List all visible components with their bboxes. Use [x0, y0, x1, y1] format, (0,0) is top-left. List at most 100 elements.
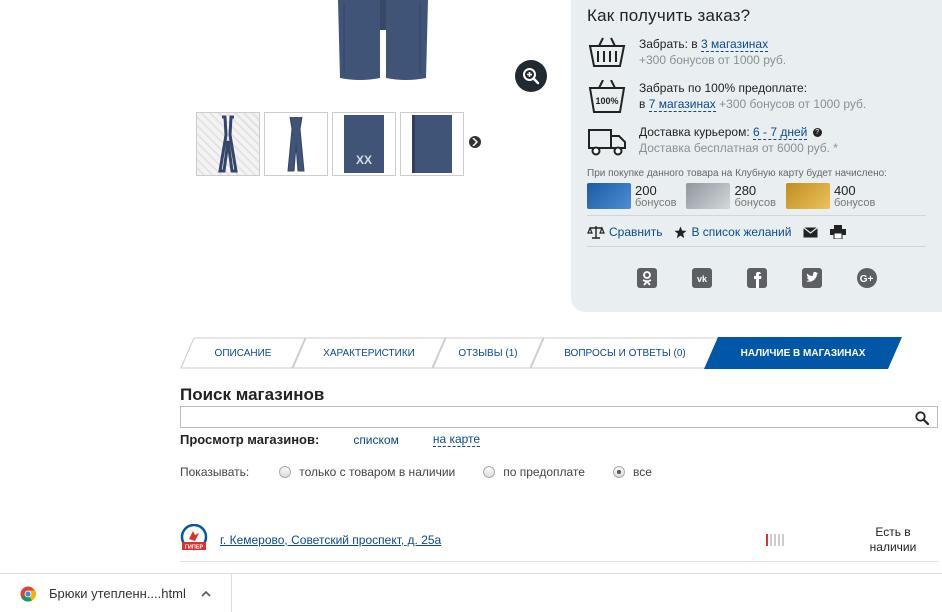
product-tabs: ОПИСАНИЕ ХАРАКТЕРИСТИКИ ОТЗЫВЫ (1) ВОПРО… [180, 337, 902, 369]
prepaid-label: Забрать по 100% предоплате: [639, 81, 808, 95]
logo-text: ГИПЕР [185, 545, 204, 551]
radio-button[interactable] [279, 466, 292, 478]
download-file-name: Брюки утепленн....html [49, 586, 186, 601]
club-card-gold-icon [785, 183, 830, 209]
tab-store-availability[interactable]: НАЛИЧИЕ В МАГАЗИНАХ [704, 337, 902, 369]
thumbnail-1[interactable] [196, 112, 260, 176]
tab-label: ОПИСАНИЕ [214, 347, 272, 359]
product-photo [330, 0, 434, 82]
social-share: vk G+ [587, 267, 926, 289]
tab-characteristics[interactable]: ХАРАКТЕРИСТИКИ [292, 337, 446, 369]
odnoklassniki-button[interactable] [636, 267, 658, 289]
filter-all-radio[interactable]: все [612, 465, 652, 479]
thumbnail-4[interactable] [400, 112, 464, 176]
store-address-link[interactable]: г. Кемерово, Советский проспект, д. 25а [220, 533, 441, 547]
prepaid-option: 100% Забрать по 100% предоплате: в 7 маг… [587, 80, 926, 114]
download-bar: Брюки утепленн....html [0, 573, 942, 612]
product-actions: Сравнить В список желаний [587, 222, 926, 242]
twitter-button[interactable] [801, 267, 823, 289]
bonus-card-silver: 280 бонусов [686, 182, 776, 209]
hyper-store-logo: ГИПЕР [180, 524, 208, 551]
radio-label: по предоплате [503, 465, 585, 479]
bonus-note: При покупке данного товара на Клубную ка… [587, 168, 887, 179]
chrome-icon [20, 586, 36, 602]
star-icon [674, 225, 688, 238]
availability-filter: Показывать: только с товаром в наличии п… [180, 465, 680, 479]
tab-label: ВОПРОСЫ И ОТВЕТЫ (0) [564, 347, 686, 359]
delivery-panel: Как получить заказ? Забрать: в 3 магазин… [571, 0, 942, 312]
thumbnails-next-button[interactable] [469, 136, 481, 148]
tab-description[interactable]: ОПИСАНИЕ [180, 337, 306, 369]
stock-bar [766, 534, 768, 546]
courier-days-link[interactable]: 6 - 7 дней [753, 125, 808, 140]
view-map-link[interactable]: на карте [432, 432, 481, 447]
radio-button[interactable] [483, 466, 496, 478]
svg-text:vk: vk [696, 274, 707, 284]
radio-label: все [632, 465, 652, 479]
thumbnail-3[interactable]: ХХ [332, 112, 396, 176]
envelope-icon [803, 226, 819, 237]
chevron-right-icon [472, 138, 478, 146]
truck-icon [588, 129, 626, 156]
prepaid-basket-icon: 100% [588, 80, 626, 113]
bonus-card-blue: 200 бонусов [587, 183, 676, 209]
download-item[interactable]: Брюки утепленн....html [0, 574, 232, 612]
filter-prepaid-radio[interactable]: по предоплате [483, 465, 585, 479]
printer-icon [830, 225, 847, 239]
view-mode-row: Просмотр магазинов: списком на карте [180, 432, 514, 447]
chevron-up-icon[interactable] [200, 588, 212, 600]
delivery-title: Как получить заказ? [587, 6, 751, 25]
stock-bar [770, 534, 772, 546]
pickup-stores-link[interactable]: 3 магазинах [701, 37, 769, 52]
vk-icon: vk [691, 268, 712, 288]
google-plus-icon: G+ [856, 268, 877, 288]
pickup-label: Забрать: в [639, 37, 698, 51]
filter-in-stock-radio[interactable]: только с товаром в наличии [279, 465, 455, 479]
twitter-icon [801, 268, 822, 288]
prepaid-bonus-note: +300 бонусов от 1000 руб. [719, 97, 867, 111]
stock-bar [778, 534, 780, 546]
bonus-card-gold: 400 бонусов [785, 183, 876, 209]
tab-label: ОТЗЫВЫ (1) [458, 347, 518, 359]
tab-label: ХАРАКТЕРИСТИКИ [323, 347, 415, 359]
thumbnail-strip: ХХ [196, 112, 464, 176]
google-plus-button[interactable]: G+ [856, 267, 878, 289]
pickup-option: Забрать: в 3 магазинах +300 бонусов от 1… [587, 36, 926, 70]
courier-free-note: Доставка бесплатная от 6000 руб. * [639, 141, 838, 155]
radio-button[interactable] [612, 466, 625, 478]
tab-reviews[interactable]: ОТЗЫВЫ (1) [432, 337, 544, 369]
vk-button[interactable]: vk [691, 267, 713, 289]
prepaid-stores-link[interactable]: 7 магазинах [648, 97, 716, 112]
search-icon[interactable] [915, 411, 929, 425]
bonus-value: 200 [635, 182, 657, 198]
shops-search-input[interactable] [181, 407, 937, 427]
zoom-in-icon [523, 68, 540, 85]
basket-icon [588, 37, 626, 67]
stock-status: Есть в наличии [860, 525, 926, 555]
thumbnail-2[interactable] [264, 112, 328, 176]
wishlist-button[interactable]: В список желаний [674, 225, 791, 239]
help-icon[interactable]: ? [812, 128, 822, 138]
courier-label: Доставка курьером: [639, 125, 750, 139]
stock-status-line2: наличии [869, 540, 917, 554]
shops-search-box [180, 406, 938, 428]
pickup-bonus-note: +300 бонусов от 1000 руб. [639, 53, 787, 67]
stock-level-indicator [766, 534, 784, 546]
tab-questions[interactable]: ВОПРОСЫ И ОТВЕТЫ (0) [530, 337, 720, 369]
facebook-button[interactable] [746, 267, 768, 289]
scales-icon [587, 226, 605, 239]
store-row: ГИПЕР г. Кемерово, Советский проспект, д… [180, 522, 938, 562]
zoom-button[interactable] [515, 60, 547, 92]
print-button[interactable] [830, 225, 847, 239]
view-list-link[interactable]: списком [353, 433, 399, 447]
email-button[interactable] [803, 226, 819, 238]
bonus-value: 280 [734, 182, 757, 198]
svg-text:G+: G+ [859, 274, 873, 285]
compare-label: Сравнить [609, 225, 663, 239]
odnoklassniki-icon [636, 268, 657, 288]
bonus-label: бонусов [833, 196, 876, 209]
compare-button[interactable]: Сравнить [587, 225, 662, 239]
divider [587, 215, 926, 216]
club-card-silver-icon [686, 183, 731, 209]
bonus-cards: 200 бонусов 280 бонусов 400 бонусов [587, 183, 926, 209]
